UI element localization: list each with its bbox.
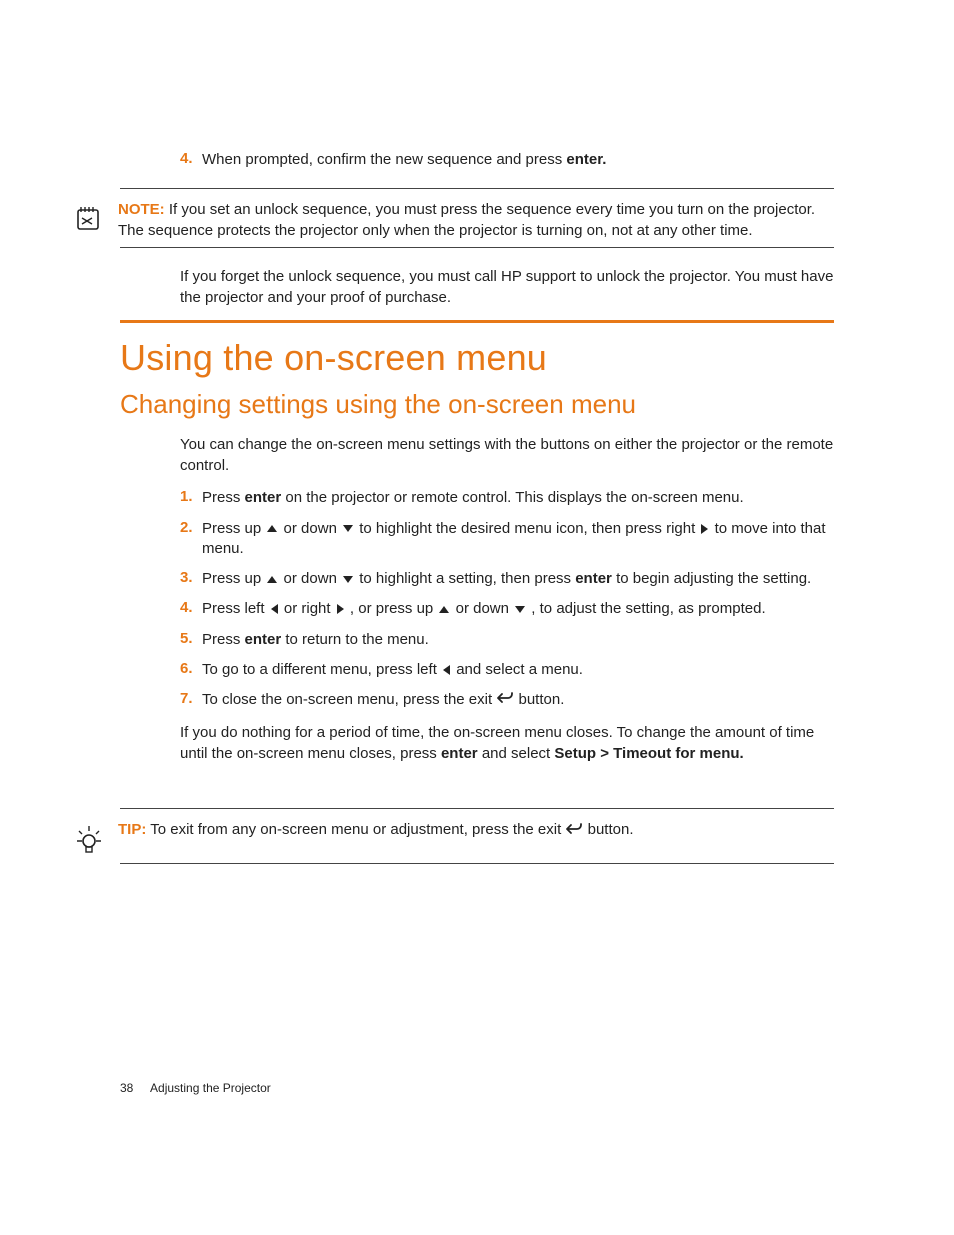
list-number: 2. — [180, 519, 202, 560]
text: to begin adjusting the setting. — [612, 570, 811, 587]
divider — [120, 188, 834, 189]
text: or down — [279, 520, 341, 537]
list-text: Press up or down to highlight a setting,… — [202, 569, 811, 589]
bold-text: enter — [575, 570, 612, 587]
note-callout: NOTE: If you set an unlock sequence, you… — [72, 188, 834, 248]
list-item: 4. Press left or right , or press up or … — [180, 599, 834, 619]
list-item: 4. When prompted, confirm the new sequen… — [180, 150, 834, 170]
list-item: 1. Press enter on the projector or remot… — [180, 488, 834, 508]
section-body: You can change the on-screen menu settin… — [180, 434, 834, 764]
bold-text: enter. — [566, 151, 606, 168]
text: When prompted, confirm the new sequence … — [202, 151, 566, 168]
page-footer: 38 Adjusting the Projector — [120, 1081, 271, 1095]
bold-text: Setup > Timeout for menu. — [554, 745, 743, 762]
tip-text: To exit from any on-screen menu or adjus… — [150, 821, 565, 838]
tip-icon — [72, 819, 106, 857]
arrow-up-icon — [439, 606, 449, 613]
section-divider — [120, 320, 834, 323]
list-text: Press enter to return to the menu. — [202, 630, 429, 650]
list-item: 2. Press up or down to highlight the des… — [180, 519, 834, 560]
divider — [120, 863, 834, 864]
document-page: 4. When prompted, confirm the new sequen… — [0, 0, 954, 1235]
list-text: Press enter on the projector or remote c… — [202, 488, 744, 508]
bold-text: enter — [245, 489, 282, 506]
list-number: 5. — [180, 630, 202, 650]
arrow-right-icon — [701, 524, 708, 534]
text: To go to a different menu, press left — [202, 661, 441, 678]
text: to highlight a setting, then press — [355, 570, 575, 587]
list-text: To close the on-screen menu, press the e… — [202, 690, 564, 710]
tip-body: TIP: To exit from any on-screen menu or … — [118, 819, 634, 857]
text: Press left — [202, 600, 269, 617]
note-icon — [72, 199, 106, 241]
list-text: Press left or right , or press up or dow… — [202, 599, 766, 619]
list-item: 3. Press up or down to highlight a setti… — [180, 569, 834, 589]
list-number: 1. — [180, 488, 202, 508]
page-number: 38 — [120, 1081, 133, 1095]
exit-icon — [496, 690, 514, 710]
paragraph: You can change the on-screen menu settin… — [180, 434, 834, 476]
heading-2: Changing settings using the on-screen me… — [120, 389, 834, 420]
exit-icon — [565, 820, 583, 841]
paragraph: If you do nothing for a period of time, … — [180, 722, 834, 764]
text: and select — [478, 745, 555, 762]
list-number: 6. — [180, 660, 202, 680]
list-number: 4. — [180, 599, 202, 619]
divider — [120, 247, 834, 248]
list-text: When prompted, confirm the new sequence … — [202, 150, 606, 170]
text: , or press up — [346, 600, 438, 617]
paragraph: If you forget the unlock sequence, you m… — [180, 266, 834, 308]
tip-callout: TIP: To exit from any on-screen menu or … — [72, 808, 834, 864]
tip-text: button. — [583, 821, 633, 838]
list-number: 4. — [180, 150, 202, 170]
text: button. — [514, 691, 564, 708]
bold-text: enter — [441, 745, 478, 762]
text: to highlight the desired menu icon, then… — [355, 520, 699, 537]
heading-1: Using the on-screen menu — [120, 337, 834, 379]
arrow-left-icon — [271, 604, 278, 614]
divider — [120, 808, 834, 809]
footer-section: Adjusting the Projector — [150, 1081, 271, 1095]
text: or down — [451, 600, 513, 617]
list-text: Press up or down to highlight the desire… — [202, 519, 834, 560]
fragment-previous-list: 4. When prompted, confirm the new sequen… — [180, 150, 834, 170]
note-body: NOTE: If you set an unlock sequence, you… — [118, 199, 834, 241]
text: Press — [202, 489, 245, 506]
text: on the projector or remote control. This… — [281, 489, 743, 506]
bold-text: enter — [245, 631, 282, 648]
tip-label: TIP: — [118, 821, 146, 838]
text: Press up — [202, 520, 265, 537]
note-text: If you set an unlock sequence, you must … — [118, 201, 815, 239]
list-item: 7. To close the on-screen menu, press th… — [180, 690, 834, 710]
note-label: NOTE: — [118, 201, 165, 218]
list-item: 6. To go to a different menu, press left… — [180, 660, 834, 680]
list-number: 7. — [180, 690, 202, 710]
arrow-right-icon — [337, 604, 344, 614]
text: To close the on-screen menu, press the e… — [202, 691, 496, 708]
text: or down — [279, 570, 341, 587]
list-text: To go to a different menu, press left an… — [202, 660, 583, 680]
ordered-list: 1. Press enter on the projector or remot… — [180, 488, 834, 710]
arrow-left-icon — [443, 665, 450, 675]
arrow-up-icon — [267, 576, 277, 583]
arrow-down-icon — [515, 606, 525, 613]
text: Press — [202, 631, 245, 648]
text: Press up — [202, 570, 265, 587]
list-number: 3. — [180, 569, 202, 589]
arrow-down-icon — [343, 576, 353, 583]
text: , to adjust the setting, as prompted. — [527, 600, 765, 617]
arrow-down-icon — [343, 525, 353, 532]
text: to return to the menu. — [281, 631, 429, 648]
text: or right — [280, 600, 335, 617]
body-block: If you forget the unlock sequence, you m… — [180, 266, 834, 308]
list-item: 5. Press enter to return to the menu. — [180, 630, 834, 650]
arrow-up-icon — [267, 525, 277, 532]
text: and select a menu. — [452, 661, 583, 678]
